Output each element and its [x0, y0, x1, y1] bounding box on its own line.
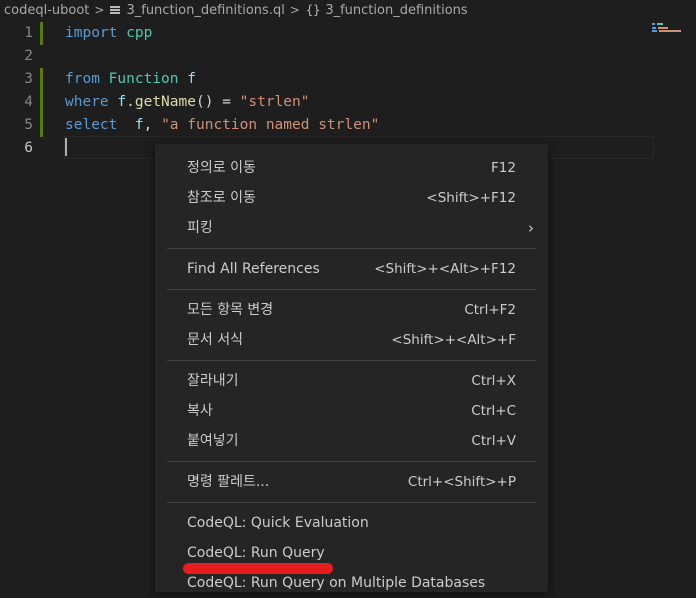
code-text: from Function f — [65, 68, 196, 91]
menu-item-label: 참조로 이동 — [187, 190, 256, 206]
menu-item[interactable]: 피킹 › — [155, 213, 548, 243]
code-line[interactable]: 3 from Function f — [0, 68, 696, 91]
minimap[interactable] — [652, 22, 690, 32]
code-token: where — [65, 94, 109, 110]
menu-item-label: CodeQL: Quick Evaluation — [187, 515, 369, 531]
menu-item-shortcut: <Shift>+F12 — [426, 190, 516, 206]
line-number: 6 — [24, 140, 33, 156]
menu-item[interactable]: 정의로 이동 F12 — [155, 153, 548, 183]
modified-line-gutter-mark — [40, 68, 43, 91]
line-number: 1 — [24, 25, 33, 41]
code-token: f — [134, 117, 144, 133]
code-text: where f.getName() = "strlen" — [65, 91, 309, 114]
code-line[interactable]: 1 import cpp — [0, 22, 696, 45]
menu-separator — [167, 289, 536, 290]
code-text: select f, "a function named strlen" — [65, 114, 379, 137]
code-token: f — [187, 71, 196, 87]
menu-item-shortcut: <Shift>+<Alt>+F — [391, 332, 516, 348]
breadcrumb-file[interactable]: 3_function_definitions.ql — [126, 3, 284, 18]
menu-item[interactable]: Find All References <Shift>+<Alt>+F12 — [155, 254, 548, 284]
menu-item[interactable]: 문서 서식 <Shift>+<Alt>+F — [155, 325, 548, 355]
code-token: f — [117, 94, 127, 110]
menu-item-label: 피킹 — [187, 220, 213, 236]
code-token: select — [65, 117, 118, 133]
menu-item[interactable]: 모든 항목 변경 Ctrl+F2 — [155, 295, 548, 325]
code-token: from — [65, 71, 100, 87]
chevron-right-icon: > — [289, 3, 300, 17]
line-number: 3 — [24, 71, 33, 87]
menu-separator — [167, 360, 536, 361]
code-token: () = — [195, 94, 240, 110]
chevron-right-icon: > — [94, 3, 105, 17]
code-line[interactable]: 4 where f.getName() = "strlen" — [0, 91, 696, 114]
menu-item-shortcut: <Shift>+<Alt>+F12 — [374, 261, 516, 277]
modified-line-gutter-mark — [40, 22, 43, 45]
menu-item-label: 잘라내기 — [187, 373, 239, 389]
code-token: getName — [134, 94, 196, 110]
breadcrumb-symbol[interactable]: 3_function_definitions — [325, 3, 467, 18]
line-number: 2 — [24, 48, 33, 64]
code-token: . — [126, 94, 135, 110]
menu-item-label: 문서 서식 — [187, 332, 243, 348]
menu-item[interactable]: 복사 Ctrl+C — [155, 396, 548, 426]
menu-separator — [167, 461, 536, 462]
breadcrumb: codeql-uboot > 3_function_definitions.ql… — [0, 0, 696, 20]
menu-item-label: 명령 팔레트... — [187, 474, 270, 490]
code-text: import cpp — [65, 22, 152, 45]
menu-item[interactable]: 붙여넣기 Ctrl+V — [155, 426, 548, 456]
code-token: "strlen" — [239, 94, 310, 110]
code-token: Function — [108, 71, 179, 87]
menu-item[interactable]: 명령 팔레트... Ctrl+<Shift>+P — [155, 467, 548, 497]
menu-item-label: 모든 항목 변경 — [187, 302, 274, 318]
menu-item-label: Find All References — [187, 261, 320, 277]
menu-item[interactable]: CodeQL: Quick Evaluation — [155, 508, 548, 538]
breadcrumb-folder[interactable]: codeql-uboot — [0, 3, 89, 18]
red-highlight-underline — [183, 563, 333, 574]
menu-item-shortcut: Ctrl+F2 — [464, 302, 516, 318]
chevron-right-icon: › — [528, 219, 534, 237]
file-lines-icon — [110, 5, 121, 15]
context-menu: 정의로 이동 F12 참조로 이동 <Shift>+F12 피킹 › Find All Re… — [155, 144, 548, 592]
menu-item[interactable]: 잘라내기 Ctrl+X — [155, 366, 548, 396]
menu-item-label: 복사 — [187, 403, 213, 419]
code-line[interactable]: 2 — [0, 45, 696, 68]
menu-item-shortcut: Ctrl+V — [471, 433, 516, 449]
code-token: "a function named strlen" — [161, 117, 380, 133]
menu-item-shortcut: Ctrl+<Shift>+P — [407, 474, 516, 490]
line-number: 5 — [24, 117, 33, 133]
code-token: import — [65, 25, 118, 41]
menu-item-shortcut: Ctrl+C — [471, 403, 516, 419]
menu-item-shortcut: F12 — [491, 160, 516, 176]
modified-line-gutter-mark — [40, 114, 43, 137]
modified-line-gutter-mark — [40, 91, 43, 114]
line-number: 4 — [24, 94, 33, 110]
text-cursor — [65, 138, 67, 156]
code-line[interactable]: 5 select f, "a function named strlen" — [0, 114, 696, 137]
code-token: , — [143, 117, 162, 133]
braces-icon: {} — [305, 3, 321, 17]
menu-item-label: 붙여넣기 — [187, 433, 239, 449]
menu-item-shortcut: Ctrl+X — [471, 373, 516, 389]
menu-separator — [167, 502, 536, 503]
code-token: cpp — [126, 25, 153, 41]
menu-item-label: 정의로 이동 — [187, 160, 256, 176]
menu-separator — [167, 248, 536, 249]
menu-item[interactable]: 참조로 이동 <Shift>+F12 — [155, 183, 548, 213]
